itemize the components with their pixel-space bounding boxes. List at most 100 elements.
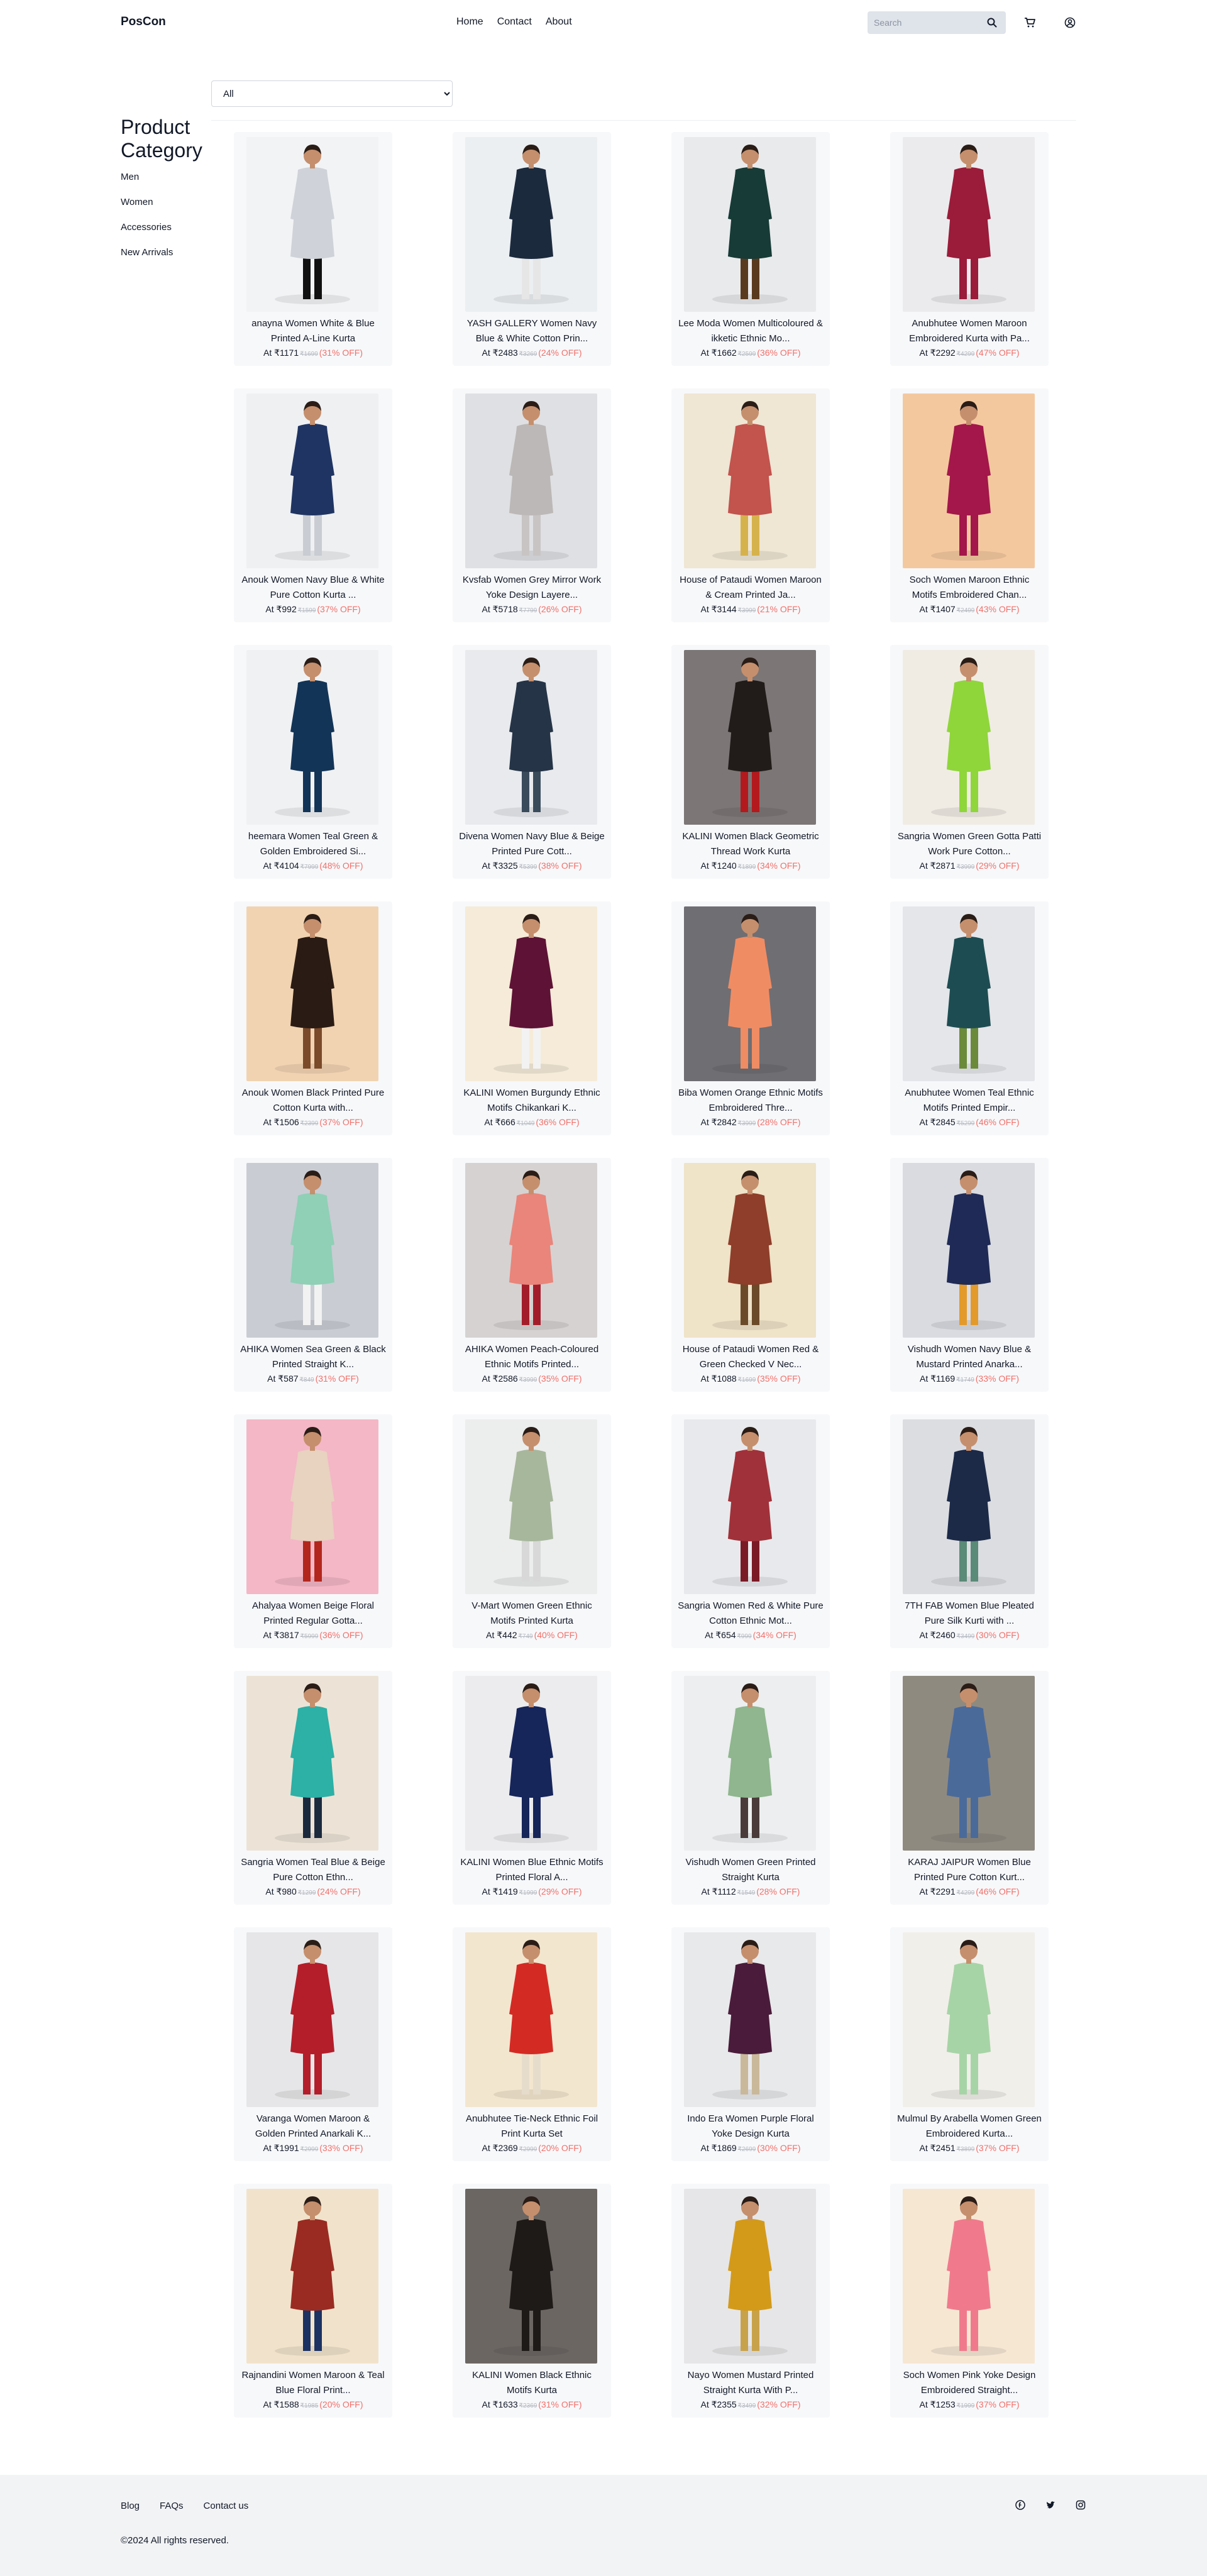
product-image[interactable] xyxy=(246,906,378,1081)
nav-home[interactable]: Home xyxy=(456,16,483,28)
product-card[interactable]: Anouk Women Navy Blue & White Pure Cotto… xyxy=(234,388,392,622)
product-card[interactable]: anayna Women White & Blue Printed A-Line… xyxy=(234,132,392,366)
product-card[interactable]: Nayo Women Mustard Printed Straight Kurt… xyxy=(671,2184,830,2418)
product-card[interactable]: Indo Era Women Purple Floral Yoke Design… xyxy=(671,1927,830,2161)
product-image[interactable] xyxy=(465,650,597,825)
footer-link-faqs[interactable]: FAQs xyxy=(160,2501,184,2511)
product-image[interactable] xyxy=(903,1419,1035,1594)
product-card[interactable]: Sangria Women Teal Blue & Beige Pure Cot… xyxy=(234,1671,392,1905)
product-title[interactable]: Rajnandini Women Maroon & Teal Blue Flor… xyxy=(240,2368,386,2398)
product-image[interactable] xyxy=(465,1932,597,2107)
product-card[interactable]: AHIKA Women Sea Green & Black Printed St… xyxy=(234,1158,392,1392)
instagram-icon[interactable] xyxy=(1074,2499,1087,2511)
product-card[interactable]: House of Pataudi Women Maroon & Cream Pr… xyxy=(671,388,830,622)
product-image[interactable] xyxy=(684,1419,816,1594)
product-image[interactable] xyxy=(246,1419,378,1594)
product-title[interactable]: Sangria Women Teal Blue & Beige Pure Cot… xyxy=(240,1855,386,1885)
product-image[interactable] xyxy=(903,137,1035,312)
product-card[interactable]: Soch Women Maroon Ethnic Motifs Embroide… xyxy=(890,388,1049,622)
user-icon[interactable] xyxy=(1064,16,1076,29)
product-card[interactable]: Sangria Women Green Gotta Patti Work Pur… xyxy=(890,645,1049,879)
product-image[interactable] xyxy=(684,1163,816,1338)
product-card[interactable]: Divena Women Navy Blue & Beige Printed P… xyxy=(453,645,611,879)
product-title[interactable]: KALINI Women Black Geometric Thread Work… xyxy=(678,829,824,859)
product-card[interactable]: KALINI Women Black Ethnic Motifs Kurta At… xyxy=(453,2184,611,2418)
product-card[interactable]: Lee Moda Women Multicoloured & ikketic E… xyxy=(671,132,830,366)
product-card[interactable]: KARAJ JAIPUR Women Blue Printed Pure Cot… xyxy=(890,1671,1049,1905)
product-card[interactable]: House of Pataudi Women Red & Green Check… xyxy=(671,1158,830,1392)
product-title[interactable]: Sangria Women Green Gotta Patti Work Pur… xyxy=(896,829,1042,859)
product-title[interactable]: Soch Women Maroon Ethnic Motifs Embroide… xyxy=(896,573,1042,603)
product-title[interactable]: YASH GALLERY Women Navy Blue & White Cot… xyxy=(459,316,605,346)
category-accessories[interactable]: Accessories xyxy=(121,221,173,234)
product-title[interactable]: Biba Women Orange Ethnic Motifs Embroide… xyxy=(678,1086,824,1116)
product-card[interactable]: Anubhutee Tie-Neck Ethnic Foil Print Kur… xyxy=(453,1927,611,2161)
product-card[interactable]: KALINI Women Burgundy Ethnic Motifs Chik… xyxy=(453,901,611,1135)
product-image[interactable] xyxy=(903,394,1035,568)
product-card[interactable]: Mulmul By Arabella Women Green Embroider… xyxy=(890,1927,1049,2161)
product-image[interactable] xyxy=(903,906,1035,1081)
product-image[interactable] xyxy=(465,1676,597,1851)
nav-contact[interactable]: Contact xyxy=(497,16,532,28)
product-title[interactable]: Sangria Women Red & White Pure Cotton Et… xyxy=(678,1599,824,1629)
product-image[interactable] xyxy=(246,2189,378,2364)
product-title[interactable]: Anubhutee Women Maroon Embroidered Kurta… xyxy=(896,316,1042,346)
product-image[interactable] xyxy=(465,137,597,312)
product-card[interactable]: KALINI Women Blue Ethnic Motifs Printed … xyxy=(453,1671,611,1905)
product-title[interactable]: AHIKA Women Peach-Coloured Ethnic Motifs… xyxy=(459,1342,605,1372)
product-image[interactable] xyxy=(246,650,378,825)
product-card[interactable]: Vishudh Women Navy Blue & Mustard Printe… xyxy=(890,1158,1049,1392)
product-image[interactable] xyxy=(684,137,816,312)
product-image[interactable] xyxy=(903,1932,1035,2107)
product-image[interactable] xyxy=(246,137,378,312)
product-card[interactable]: KALINI Women Black Geometric Thread Work… xyxy=(671,645,830,879)
product-card[interactable]: Rajnandini Women Maroon & Teal Blue Flor… xyxy=(234,2184,392,2418)
product-image[interactable] xyxy=(903,1676,1035,1851)
product-card[interactable]: Anouk Women Black Printed Pure Cotton Ku… xyxy=(234,901,392,1135)
footer-link-blog[interactable]: Blog xyxy=(121,2501,140,2511)
category-new-arrivals[interactable]: New Arrivals xyxy=(121,246,173,259)
product-card[interactable]: Ahalyaa Women Beige Floral Printed Regul… xyxy=(234,1414,392,1648)
product-card[interactable]: Soch Women Pink Yoke Design Embroidered … xyxy=(890,2184,1049,2418)
search-input[interactable] xyxy=(868,11,978,34)
product-title[interactable]: Anouk Women Navy Blue & White Pure Cotto… xyxy=(240,573,386,603)
product-title[interactable]: Anubhutee Women Teal Ethnic Motifs Print… xyxy=(896,1086,1042,1116)
product-title[interactable]: Ahalyaa Women Beige Floral Printed Regul… xyxy=(240,1599,386,1629)
product-card[interactable]: AHIKA Women Peach-Coloured Ethnic Motifs… xyxy=(453,1158,611,1392)
product-image[interactable] xyxy=(903,1163,1035,1338)
brand-logo[interactable]: PosCon xyxy=(121,15,166,29)
product-image[interactable] xyxy=(684,394,816,568)
search-icon[interactable] xyxy=(986,16,998,29)
product-title[interactable]: Indo Era Women Purple Floral Yoke Design… xyxy=(678,2111,824,2142)
product-image[interactable] xyxy=(246,394,378,568)
product-card[interactable]: Vishudh Women Green Printed Straight Kur… xyxy=(671,1671,830,1905)
product-image[interactable] xyxy=(684,2189,816,2364)
category-women[interactable]: Women xyxy=(121,196,173,209)
product-title[interactable]: KALINI Women Burgundy Ethnic Motifs Chik… xyxy=(459,1086,605,1116)
product-image[interactable] xyxy=(246,1163,378,1338)
product-title[interactable]: KALINI Women Black Ethnic Motifs Kurta xyxy=(459,2368,605,2398)
product-title[interactable]: House of Pataudi Women Maroon & Cream Pr… xyxy=(678,573,824,603)
product-image[interactable] xyxy=(684,650,816,825)
product-title[interactable]: Kvsfab Women Grey Mirror Work Yoke Desig… xyxy=(459,573,605,603)
product-image[interactable] xyxy=(246,1932,378,2107)
cart-icon[interactable] xyxy=(1023,16,1036,29)
product-image[interactable] xyxy=(903,2189,1035,2364)
product-image[interactable] xyxy=(684,1676,816,1851)
product-image[interactable] xyxy=(465,394,597,568)
facebook-icon[interactable] xyxy=(1014,2499,1027,2511)
product-title[interactable]: heemara Women Teal Green & Golden Embroi… xyxy=(240,829,386,859)
product-image[interactable] xyxy=(246,1676,378,1851)
product-card[interactable]: YASH GALLERY Women Navy Blue & White Cot… xyxy=(453,132,611,366)
product-title[interactable]: Varanga Women Maroon & Golden Printed An… xyxy=(240,2111,386,2142)
product-card[interactable]: Sangria Women Red & White Pure Cotton Et… xyxy=(671,1414,830,1648)
product-card[interactable]: Kvsfab Women Grey Mirror Work Yoke Desig… xyxy=(453,388,611,622)
product-image[interactable] xyxy=(465,1163,597,1338)
product-image[interactable] xyxy=(684,1932,816,2107)
product-image[interactable] xyxy=(465,906,597,1081)
category-filter-select[interactable]: All xyxy=(211,80,453,107)
product-card[interactable]: heemara Women Teal Green & Golden Embroi… xyxy=(234,645,392,879)
product-card[interactable]: Varanga Women Maroon & Golden Printed An… xyxy=(234,1927,392,2161)
product-card[interactable]: Anubhutee Women Maroon Embroidered Kurta… xyxy=(890,132,1049,366)
product-card[interactable]: Biba Women Orange Ethnic Motifs Embroide… xyxy=(671,901,830,1135)
